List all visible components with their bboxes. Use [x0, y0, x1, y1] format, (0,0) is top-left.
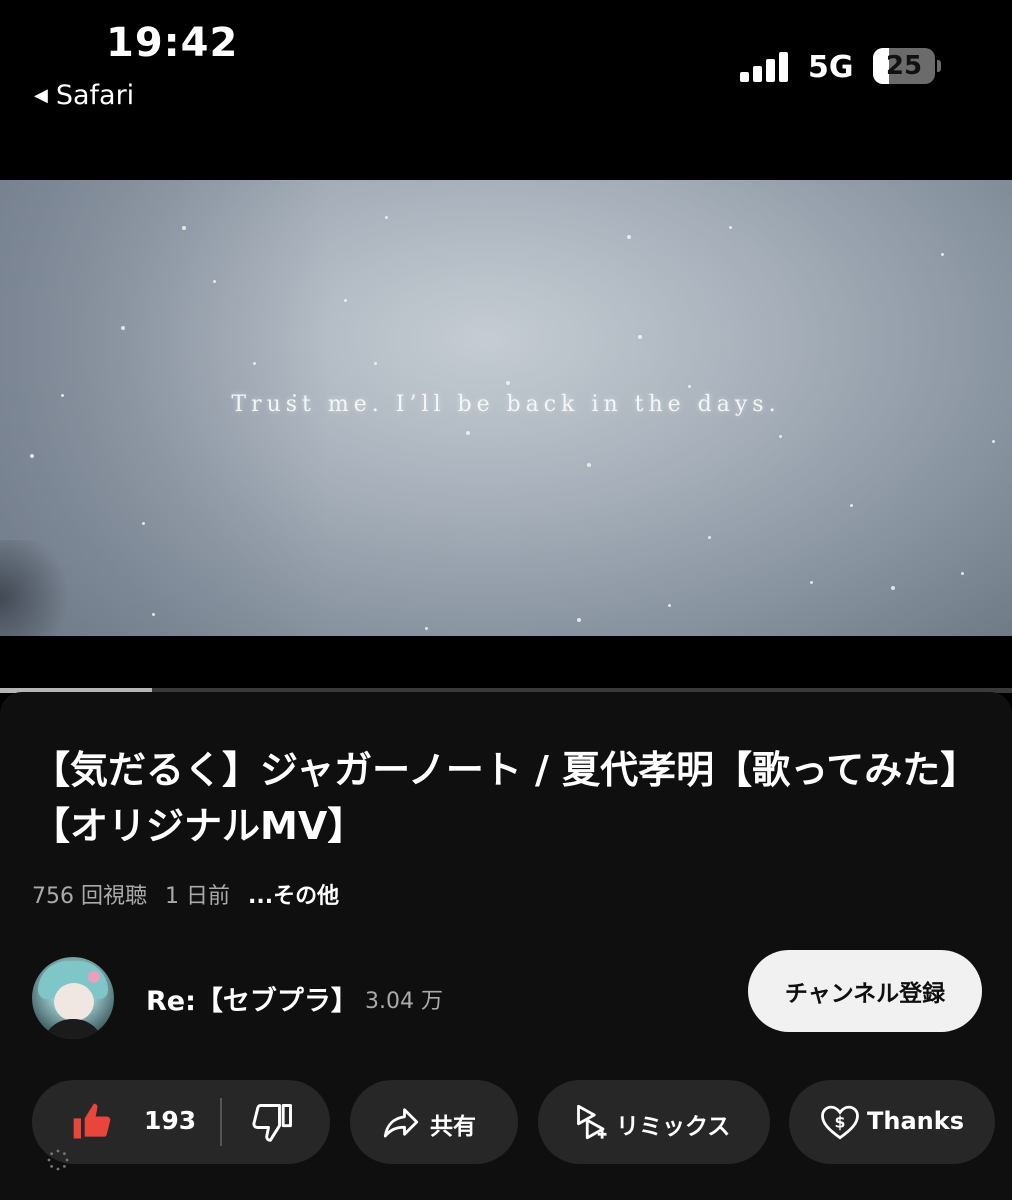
remix-button[interactable]: リミックス — [538, 1080, 770, 1164]
dust-particle — [627, 234, 632, 239]
dust-particle — [890, 585, 895, 590]
dust-particle — [708, 535, 712, 539]
share-button[interactable]: 共有 — [350, 1080, 518, 1164]
status-bar: 19:42 ◀ Safari 5G 25 — [0, 0, 1012, 122]
back-app-label: Safari — [55, 80, 135, 111]
video-frame[interactable]: Trust me. I’ll be back in the days. — [0, 180, 1012, 636]
video-title[interactable]: 【気だるく】ジャガーノート / 夏代孝明【歌ってみた】【オリジナルMV】 — [32, 742, 982, 854]
dust-particle — [384, 216, 388, 220]
dust-particle — [506, 380, 510, 385]
dust-particle — [809, 581, 813, 585]
upload-age: 1 日前 — [165, 884, 230, 909]
dust-particle — [850, 503, 854, 507]
action-bar: 193 共有 リミックス $ Thanks — [0, 1080, 1012, 1166]
more-link[interactable]: ...その他 — [248, 878, 339, 910]
channel-name[interactable]: Re:【セブプラ】 — [146, 979, 358, 1018]
signal-icon — [740, 52, 792, 82]
dust-particle — [182, 225, 187, 230]
dust-particle — [961, 572, 965, 576]
battery-percentage: 25 — [885, 51, 923, 81]
dust-particle — [374, 362, 378, 366]
divider — [220, 1098, 222, 1146]
remix-icon — [577, 1104, 607, 1140]
loading-icon — [47, 1149, 69, 1171]
like-count: 193 — [144, 1106, 197, 1135]
avatar[interactable] — [32, 957, 114, 1039]
dislike-icon[interactable] — [252, 1100, 296, 1144]
dust-particle — [121, 325, 126, 330]
like-icon[interactable] — [70, 1100, 114, 1144]
dust-particle — [30, 453, 35, 458]
dust-particle — [637, 335, 642, 340]
video-caption: Trust me. I’ll be back in the days. — [231, 392, 781, 417]
video-details-panel: 【気だるく】ジャガーノート / 夏代孝明【歌ってみた】【オリジナルMV】 756… — [0, 692, 1012, 1200]
network-type: 5G — [808, 50, 854, 85]
back-to-safari-link[interactable]: ◀ Safari — [34, 80, 134, 111]
dust-particle — [151, 613, 155, 617]
dust-particle — [728, 225, 732, 229]
status-time: 19:42 — [106, 20, 239, 66]
video-player[interactable]: Trust me. I’ll be back in the days. — [0, 122, 1012, 693]
thanks-label: Thanks — [867, 1107, 964, 1135]
dust-particle — [688, 385, 692, 389]
dust-particle — [425, 626, 429, 630]
thanks-icon: $ — [821, 1105, 859, 1140]
dust-particle — [212, 280, 216, 284]
svg-text:$: $ — [835, 1112, 846, 1131]
video-meta[interactable]: 756 回視聴 1 日前 ...その他 — [32, 878, 339, 910]
dust-particle — [465, 430, 470, 435]
dust-particle — [141, 522, 145, 525]
subscriber-count: 3.04 万 — [365, 989, 443, 1014]
dust-particle — [586, 462, 591, 467]
dust-particle — [344, 298, 348, 302]
view-count: 756 回視聴 — [32, 884, 147, 909]
remix-label: リミックス — [616, 1114, 731, 1140]
back-triangle-icon: ◀ — [34, 85, 48, 106]
dust-particle — [779, 435, 783, 439]
thanks-button[interactable]: $ Thanks — [789, 1080, 995, 1164]
dust-particle — [941, 252, 945, 256]
battery-icon: 25 — [873, 48, 941, 84]
share-icon — [383, 1108, 419, 1138]
dust-particle — [667, 604, 671, 608]
like-dislike-pill: 193 — [32, 1080, 330, 1164]
dust-particle — [991, 439, 995, 443]
channel-row: Re:【セブプラ】 3.04 万 チャンネル登録 — [32, 950, 982, 1041]
dust-particle — [253, 362, 256, 366]
dust-particle — [576, 617, 581, 622]
share-label: 共有 — [430, 1114, 476, 1140]
subscribe-button[interactable]: チャンネル登録 — [748, 950, 982, 1032]
